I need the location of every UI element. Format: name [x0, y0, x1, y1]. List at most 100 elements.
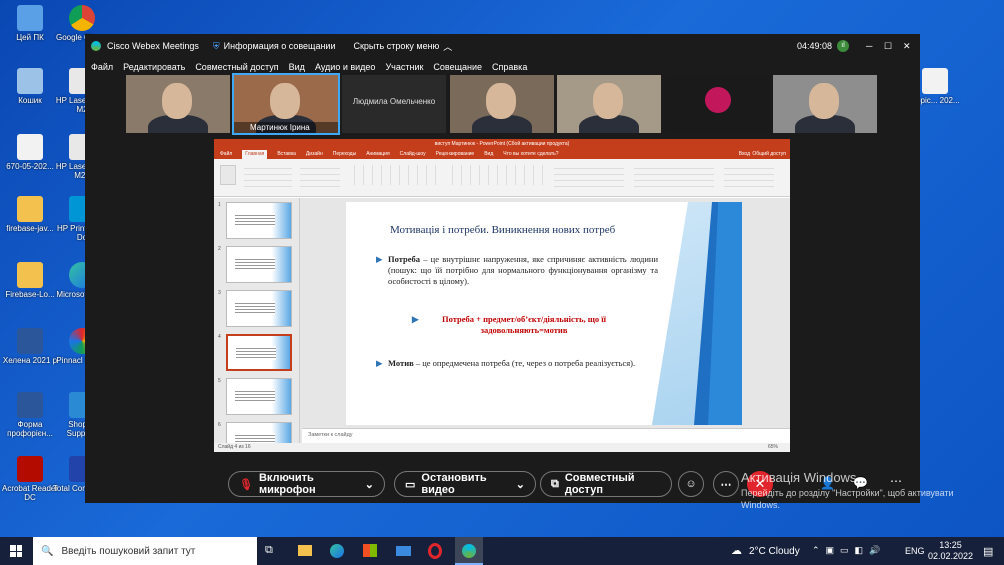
participant-video[interactable] [665, 75, 769, 133]
chevron-up-icon[interactable]: ︿ [443, 40, 452, 53]
ppt-tab[interactable]: Вставка [277, 150, 296, 159]
menu-item[interactable]: Участник [385, 62, 423, 72]
search-icon: 🔍 [41, 545, 54, 557]
maximize-button[interactable]: ☐ [884, 41, 892, 52]
menu-item[interactable]: Вид [289, 62, 305, 72]
ppt-tab[interactable]: Вид [484, 150, 493, 159]
desktop-icon[interactable]: 670-05-202... [0, 134, 60, 171]
participant-video[interactable]: Людмила Омельченко [342, 75, 446, 133]
mic-button[interactable]: 🎙 Включить микрофон ⌄ [228, 471, 385, 497]
slide-number: 1 [218, 202, 221, 208]
menu-item[interactable]: Аудио и видео [315, 62, 376, 72]
document-icon [17, 134, 43, 160]
weather-text[interactable]: 2°C Cloudy [749, 546, 800, 557]
document-icon [922, 68, 948, 94]
ppt-tab[interactable]: Файл [220, 150, 232, 159]
slide-thumbnail[interactable] [226, 422, 292, 443]
windows-start-icon[interactable] [10, 545, 22, 557]
webex-taskbar-icon[interactable] [455, 537, 483, 565]
ppt-tab[interactable]: Анимация [366, 150, 389, 159]
slide-thumbnail-pane: 1 2 3 4 5 6 [214, 198, 300, 443]
participant-video[interactable] [126, 75, 230, 133]
chevron-down-icon[interactable]: ⌄ [365, 478, 374, 491]
hide-menu-button[interactable]: Скрыть строку меню [353, 41, 439, 51]
search-box[interactable]: 🔍 Введіть пошуковий запит тут [33, 537, 257, 565]
desktop-icon[interactable]: Acrobat Reader DC [0, 456, 60, 502]
slide-thumbnail[interactable] [226, 334, 292, 371]
menu-item[interactable]: Совместный доступ [195, 62, 278, 72]
slide-number: 3 [218, 290, 221, 296]
ppt-tab[interactable]: Рецензирование [436, 150, 475, 159]
webex-window: Cisco Webex Meetings ⛨ Информация о сове… [85, 34, 920, 503]
connection-icon: ıl [837, 40, 849, 52]
clock[interactable]: 13:25 02.02.2022 [928, 540, 973, 562]
desktop-icon[interactable]: Кошик [0, 68, 60, 105]
more-options-button[interactable]: ⋯ [713, 471, 739, 497]
ppt-tab[interactable]: Главная [242, 150, 268, 159]
word-icon [17, 392, 43, 418]
ppt-login[interactable]: Вход [739, 150, 750, 159]
ppt-tab[interactable]: Что вы хотите сделать? [503, 150, 558, 159]
participant-face [162, 83, 192, 119]
slide-decoration [642, 202, 742, 425]
ppt-share-button[interactable]: Общий доступ [752, 150, 786, 159]
shield-icon: ⛨ [212, 40, 220, 51]
slide-bullet-2: ▶ Потреба + предмет/об’єкт/діяльність, щ… [412, 314, 606, 335]
notification-icon[interactable]: ▤ [983, 545, 993, 558]
slide-thumbnail[interactable] [226, 378, 292, 415]
menu-item[interactable]: Совещание [433, 62, 482, 72]
webex-logo-icon [91, 41, 101, 51]
zoom-level: 65% [767, 444, 778, 450]
participant-face [809, 83, 839, 119]
desktop-icon[interactable]: Цей ПК [0, 5, 60, 42]
meeting-timer: 04:49:08 [797, 41, 833, 51]
file-explorer-icon[interactable] [298, 545, 312, 556]
video-button[interactable]: ▭ Остановить видео ⌄ [394, 471, 536, 497]
ppt-tab[interactable]: Слайд-шоу [400, 150, 426, 159]
task-view-icon[interactable]: ⧉ [265, 544, 273, 557]
edge-icon[interactable] [330, 544, 344, 558]
slide-thumbnail[interactable] [226, 202, 292, 239]
desktop-icon[interactable]: Форма профорієн... [0, 392, 60, 438]
mic-muted-icon: 🎙 [239, 478, 253, 491]
participant-video[interactable] [557, 75, 661, 133]
taskbar: 🔍 Введіть пошуковий запит тут ⧉ ☁ 2°C Cl… [0, 537, 1004, 565]
desktop-icon-label: Форма профорієн... [7, 420, 53, 438]
store-icon[interactable] [363, 544, 377, 557]
ppt-tab[interactable]: Переходы [333, 150, 356, 159]
participant-video[interactable]: Мартинюк Ірина [232, 73, 340, 135]
desktop-icon[interactable]: Firebase-Lo... [0, 262, 60, 299]
reactions-button[interactable]: ☺ [678, 471, 704, 497]
chevron-down-icon[interactable]: ⌄ [516, 478, 525, 491]
menu-item[interactable]: Файл [91, 62, 113, 72]
computer-icon [17, 5, 43, 31]
meeting-info-button[interactable]: Информация о совещании [224, 41, 336, 51]
menu-item[interactable]: Редактировать [123, 62, 185, 72]
participant-face [486, 83, 516, 119]
slide-thumbnail[interactable] [226, 246, 292, 283]
ppt-ribbon [214, 159, 790, 197]
desktop-icon[interactable]: firebase-jav... [0, 196, 60, 233]
ppt-ribbon-tabs: Файл Главная Вставка Дизайн Переходы Анимация… [214, 150, 790, 159]
tray-icons[interactable]: ⌃▣▭◧🔊 [812, 545, 886, 556]
participant-video[interactable] [773, 75, 877, 133]
ppt-body: 1 2 3 4 5 6 Мотивація і потреби. Виникнення н… [214, 198, 790, 443]
slide-thumbnail[interactable] [226, 290, 292, 327]
shared-screen: виступ Мартинюк - PowerPoint (Сбой актив… [214, 139, 790, 464]
notes-pane[interactable]: Заметки к слайду [302, 428, 790, 443]
mail-icon[interactable] [396, 546, 411, 556]
desktop-icon-label: Firebase-Lo... [5, 290, 55, 299]
recycle-bin-icon [17, 68, 43, 94]
minimize-button[interactable]: ─ [866, 41, 872, 51]
menu-item[interactable]: Справка [492, 62, 527, 72]
participant-video[interactable] [450, 75, 554, 133]
close-button[interactable]: ✕ [903, 41, 911, 52]
language-indicator[interactable]: ENG [905, 546, 925, 556]
opera-icon[interactable] [428, 543, 442, 559]
participant-name: Мартинюк Ірина [234, 122, 338, 133]
share-button[interactable]: ⧉ Совместный доступ [540, 471, 672, 497]
desktop-icon[interactable]: Хелена 2021 р [0, 328, 60, 365]
ppt-tab[interactable]: Дизайн [306, 150, 323, 159]
weather-icon[interactable]: ☁ [731, 544, 742, 557]
desktop-icon-label: Хелена 2021 р [2, 356, 58, 365]
